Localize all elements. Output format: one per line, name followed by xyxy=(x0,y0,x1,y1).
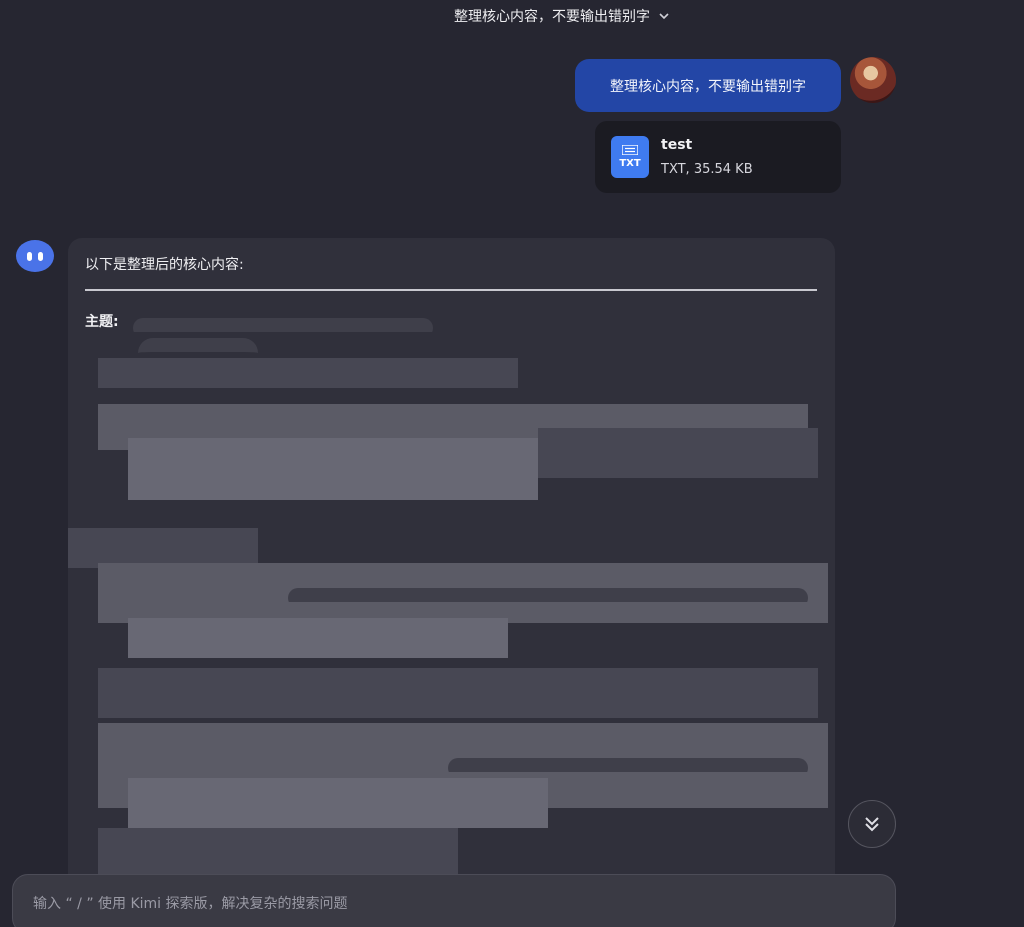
user-message-text: 整理核心内容，不要输出错别字 xyxy=(610,78,806,95)
assistant-avatar xyxy=(16,240,54,272)
scroll-to-bottom-button[interactable] xyxy=(848,800,896,848)
redaction-block xyxy=(128,778,548,828)
redaction-scribble xyxy=(288,588,808,608)
redaction-scribble xyxy=(133,318,433,338)
double-chevron-down-icon xyxy=(865,817,879,832)
user-avatar[interactable] xyxy=(850,57,896,103)
composer[interactable] xyxy=(12,874,896,927)
file-name: test xyxy=(661,137,693,153)
redaction-block xyxy=(98,668,818,718)
file-size: TXT, 35.54 KB xyxy=(661,162,753,177)
redaction-block xyxy=(98,358,518,388)
attachment-card[interactable]: TXT test TXT, 35.54 KB xyxy=(595,121,841,193)
user-message-bubble: 整理核心内容，不要输出错别字 xyxy=(575,59,841,112)
chevron-down-icon[interactable] xyxy=(658,10,670,22)
redaction-block xyxy=(68,528,258,568)
conversation-title[interactable]: 整理核心内容，不要输出错别字 xyxy=(354,6,650,26)
assistant-message-card: 以下是整理后的核心内容: 主题: xyxy=(68,238,835,927)
file-extension-label: TXT xyxy=(619,158,641,169)
chat-input[interactable] xyxy=(33,893,873,915)
redaction-block xyxy=(128,618,508,658)
assistant-eye-left xyxy=(27,251,32,261)
redaction-block xyxy=(128,438,538,500)
redaction-scribble xyxy=(448,758,808,778)
assistant-intro-text: 以下是整理后的核心内容: xyxy=(85,257,244,273)
assistant-eye-right xyxy=(38,251,43,261)
document-lines-icon xyxy=(622,145,638,155)
divider xyxy=(85,289,817,291)
redaction-block xyxy=(538,428,818,478)
conversation-title-bar[interactable]: 整理核心内容，不要输出错别字 xyxy=(0,0,1024,32)
topic-label: 主题: xyxy=(85,314,119,330)
txt-file-icon: TXT xyxy=(611,136,649,178)
